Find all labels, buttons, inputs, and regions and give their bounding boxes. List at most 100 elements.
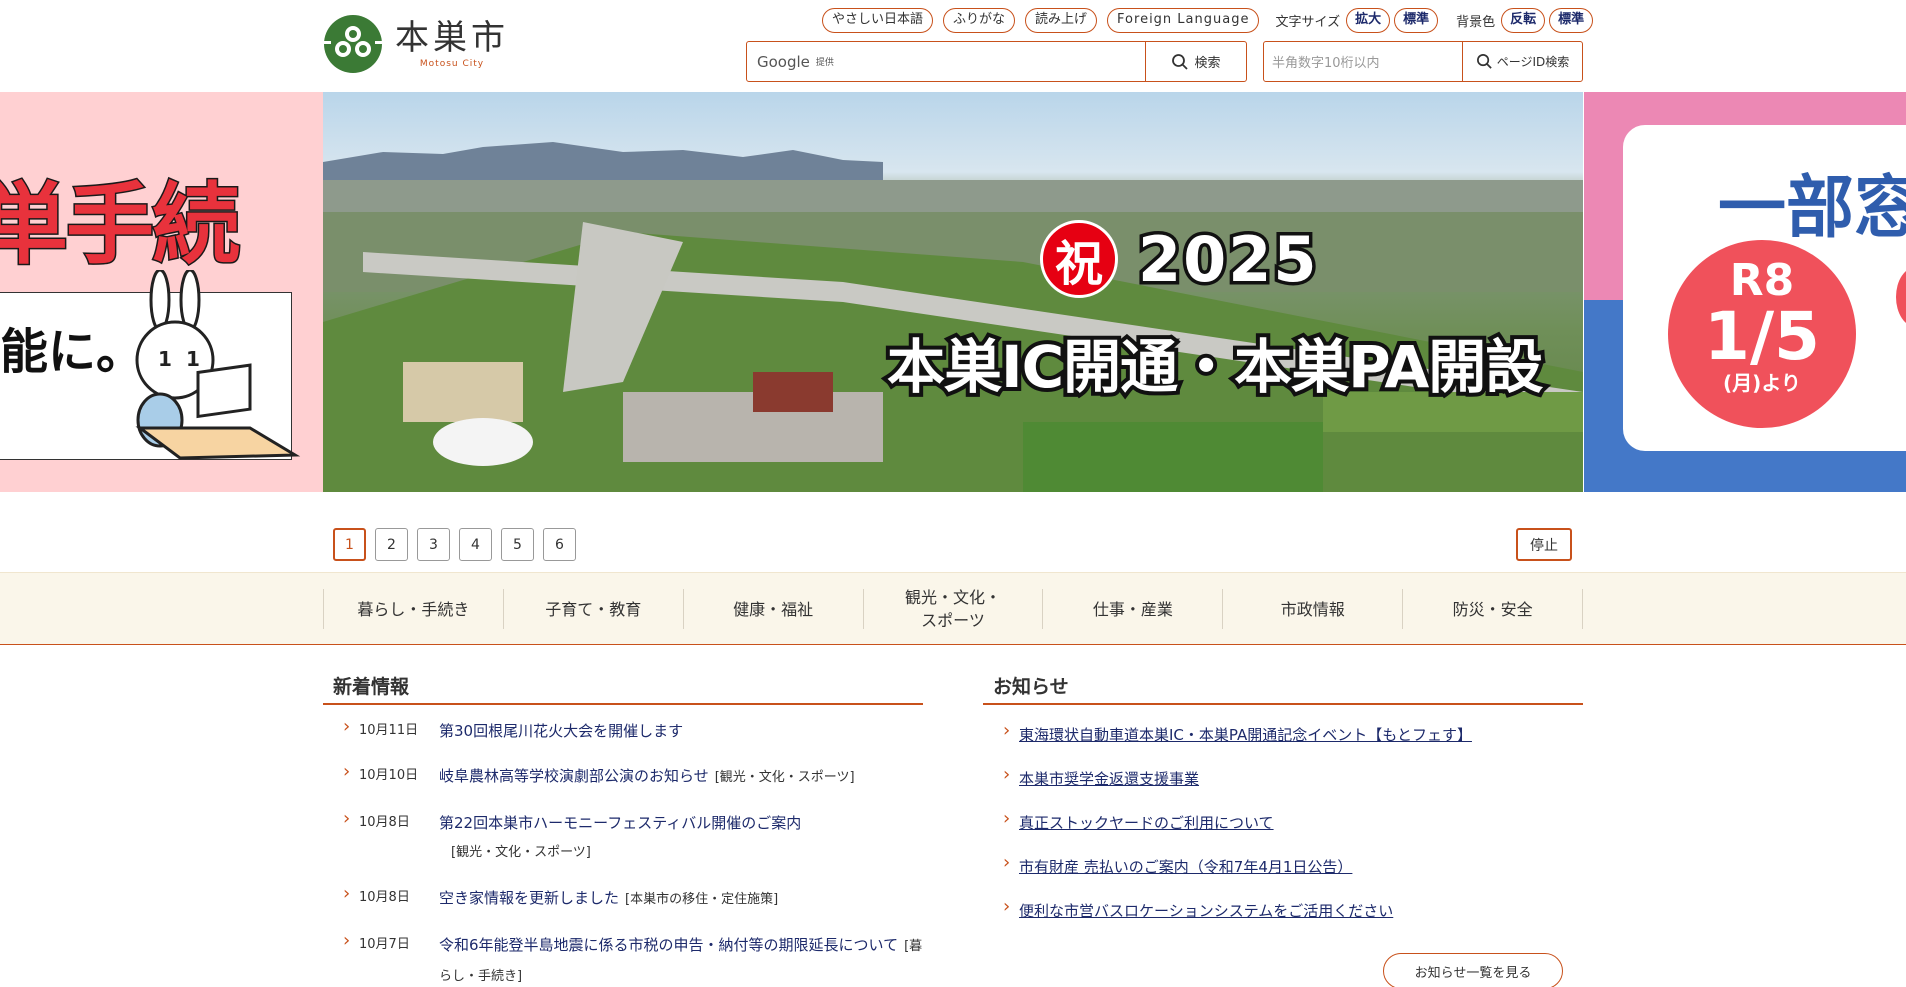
font-size-standard-button[interactable]: 標準 (1394, 7, 1439, 33)
carousel-stop-button[interactable]: 停止 (1516, 528, 1572, 561)
notice-item: 便利な市営バスロケーションシステムをご活用ください (983, 893, 1583, 925)
font-size-label: 文字サイズ (1275, 14, 1341, 30)
news-category: [観光・文化・スポーツ] (451, 845, 591, 860)
news-date: 10月7日 (359, 937, 410, 952)
site-search: Google 提供 検索 (746, 41, 1247, 82)
notices-title: お知らせ (983, 666, 1583, 705)
logo-text: 本巣市 Motosu City (395, 19, 509, 69)
search-button-label: 検索 (1194, 56, 1221, 71)
page: 本巣市 Motosu City やさしい日本語 ふりがな 読み上げ Foreig… (0, 0, 1906, 987)
notice-link[interactable]: 東海環状自動車道本巣IC・本巣PA開通記念イベント【もとフェす】 (1019, 726, 1472, 744)
font-size-enlarge-button[interactable]: 拡大 (1346, 7, 1391, 33)
notice-item: 東海環状自動車道本巣IC・本巣PA開通記念イベント【もとフェす】 (983, 717, 1583, 749)
hero-carousel: 単手続 能に。 1 1 祝 2025 本巣IC開通・本巣PA開設 一部窓 R8 … (0, 92, 1906, 492)
page-id-search-label: ページID検索 (1496, 55, 1570, 69)
slide-caption-main: 本巣IC開通・本巣PA開設 (883, 329, 1547, 405)
carousel-page-1[interactable]: 1 (333, 528, 366, 561)
nav-item-childcare[interactable]: 子育て・教育 (502, 589, 683, 629)
news-list: 10月11日 第30回根尾川花火大会を開催します 10月10日 岐阜農林高等学校… (323, 713, 923, 987)
global-nav: 暮らし・手続き 子育て・教育 健康・福祉 観光・文化・ スポーツ 仕事・産業 市… (0, 572, 1906, 645)
foreign-language-button[interactable]: Foreign Language (1107, 7, 1260, 33)
search-input[interactable]: Google 提供 (747, 42, 1145, 81)
carousel-page-6[interactable]: 6 (543, 528, 576, 561)
news-item: 10月7日 令和6年能登半島地震に係る市税の申告・納付等の期限延長について[暮ら… (323, 927, 923, 987)
news-link[interactable]: 岐阜農林高等学校演劇部公演のお知らせ (439, 767, 709, 785)
notice-link[interactable]: 便利な市営バスロケーションシステムをご活用ください (1019, 902, 1393, 920)
carousel-page-4[interactable]: 4 (459, 528, 492, 561)
slide-prev-headline: 単手続 (0, 172, 242, 278)
slide-next-date: 1/5 (1704, 298, 1820, 375)
aerial-photo (323, 142, 1583, 492)
notice-item: 真正ストックヤードのご利用について (983, 805, 1583, 837)
bg-color-label: 背景色 (1456, 14, 1496, 30)
news-date: 10月8日 (359, 890, 410, 905)
page-id-search: 半角数字10桁以内 ページID検索 (1263, 41, 1583, 82)
slide-year: 2025 (1135, 219, 1321, 299)
slide-next-weekday: (月)より (1723, 371, 1801, 395)
nav-item-business[interactable]: 仕事・産業 (1042, 589, 1222, 629)
svg-text:1: 1 (186, 347, 200, 371)
slide-caption-top: 祝 2025 (1040, 219, 1321, 299)
page-id-search-button[interactable]: ページID検索 (1462, 42, 1582, 81)
page-id-input[interactable]: 半角数字10桁以内 (1264, 42, 1462, 81)
global-nav-list: 暮らし・手続き 子育て・教育 健康・福祉 観光・文化・ スポーツ 仕事・産業 市… (323, 588, 1584, 630)
bg-invert-button[interactable]: 反転 (1501, 7, 1546, 33)
notice-link[interactable]: 真正ストックヤードのご利用について (1019, 814, 1274, 832)
news-link[interactable]: 空き家情報を更新しました (439, 889, 619, 907)
notice-link[interactable]: 市有財産 売払いのご案内（令和7年4月1日公告） (1019, 858, 1352, 876)
nav-item-city-admin[interactable]: 市政情報 (1222, 589, 1402, 629)
celebration-badge: 祝 (1040, 220, 1118, 298)
news-category: [本巣市の移住・定住施策] (625, 892, 779, 907)
site-logo[interactable]: 本巣市 Motosu City (323, 14, 533, 74)
furigana-button[interactable]: ふりがな (943, 7, 1016, 33)
city-emblem-icon (323, 15, 383, 73)
search-provided-by: 提供 (815, 58, 834, 68)
news-date: 10月10日 (359, 768, 419, 783)
carousel-page-2[interactable]: 2 (375, 528, 408, 561)
nav-item-safety[interactable]: 防災・安全 (1402, 589, 1584, 629)
news-date: 10月8日 (359, 815, 410, 830)
search-provider: Google (757, 52, 810, 71)
search-icon (1172, 53, 1189, 70)
news-item: 10月8日 第22回本巣市ハーモニーフェスティバル開催のご案内 [観光・文化・スポ… (323, 805, 923, 867)
notices-more-button[interactable]: お知らせ一覧を見る (1383, 953, 1563, 987)
news-category: [観光・文化・スポーツ] (714, 770, 855, 785)
notice-item: 市有財産 売払いのご案内（令和7年4月1日公告） (983, 849, 1583, 881)
carousel-pager: 1 2 3 4 5 6 (333, 528, 585, 561)
news-item: 10月8日 空き家情報を更新しました [本巣市の移住・定住施策] (323, 880, 923, 914)
news-section: 新着情報 10月11日 第30回根尾川花火大会を開催します 10月10日 岐阜農… (323, 666, 923, 987)
carousel-page-3[interactable]: 3 (417, 528, 450, 561)
site-header: 本巣市 Motosu City やさしい日本語 ふりがな 読み上げ Foreig… (0, 0, 1906, 92)
carousel-slide-active[interactable]: 祝 2025 本巣IC開通・本巣PA開設 (323, 92, 1583, 492)
read-aloud-button[interactable]: 読み上げ (1025, 7, 1098, 33)
news-item: 10月11日 第30回根尾川花火大会を開催します (323, 713, 923, 745)
news-title: 新着情報 (323, 666, 923, 705)
easy-japanese-button[interactable]: やさしい日本語 (822, 7, 934, 33)
search-icon (1476, 54, 1492, 69)
news-link[interactable]: 第30回根尾川花火大会を開催します (439, 722, 683, 740)
slide-next-date-badge: R8 1/5 (月)より (1668, 240, 1856, 428)
rabbit-mascot-icon: 1 1 (135, 270, 301, 460)
search-button[interactable]: 検索 (1145, 42, 1246, 81)
site-name: 本巣市 (395, 18, 509, 58)
news-date: 10月11日 (359, 723, 419, 738)
slide-prev-subtext: 能に。 (0, 324, 145, 380)
notice-link[interactable]: 本巣市奨学金返還支援事業 (1019, 770, 1199, 788)
site-name-romaji: Motosu City (419, 59, 485, 69)
bg-standard-button[interactable]: 標準 (1549, 7, 1594, 33)
carousel-page-5[interactable]: 5 (501, 528, 534, 561)
nav-item-tourism[interactable]: 観光・文化・ スポーツ (862, 588, 1043, 630)
notices-list: 東海環状自動車道本巣IC・本巣PA開通記念イベント【もとフェす】 本巣市奨学金返… (983, 717, 1583, 925)
news-link[interactable]: 第22回本巣市ハーモニーフェスティバル開催のご案内 (439, 814, 801, 832)
news-link[interactable]: 令和6年能登半島地震に係る市税の申告・納付等の期限延長について (439, 936, 898, 954)
carousel-slide-next[interactable]: 一部窓 R8 1/5 (月)より (1584, 92, 1906, 492)
carousel-slide-prev[interactable]: 単手続 能に。 1 1 (0, 92, 323, 492)
notices-section: お知らせ 東海環状自動車道本巣IC・本巣PA開通記念イベント【もとフェす】 本巣… (983, 666, 1583, 941)
notice-item: 本巣市奨学金返還支援事業 (983, 761, 1583, 793)
slide-next-headline: 一部窓 (1718, 169, 1906, 248)
utility-bar: やさしい日本語 ふりがな 読み上げ Foreign Language 文字サイズ… (822, 7, 1594, 33)
nav-item-health[interactable]: 健康・福祉 (682, 589, 863, 629)
news-item: 10月10日 岐阜農林高等学校演劇部公演のお知らせ [観光・文化・スポーツ] (323, 758, 923, 792)
page-id-placeholder: 半角数字10桁以内 (1272, 56, 1380, 71)
nav-item-living[interactable]: 暮らし・手続き (323, 589, 503, 629)
